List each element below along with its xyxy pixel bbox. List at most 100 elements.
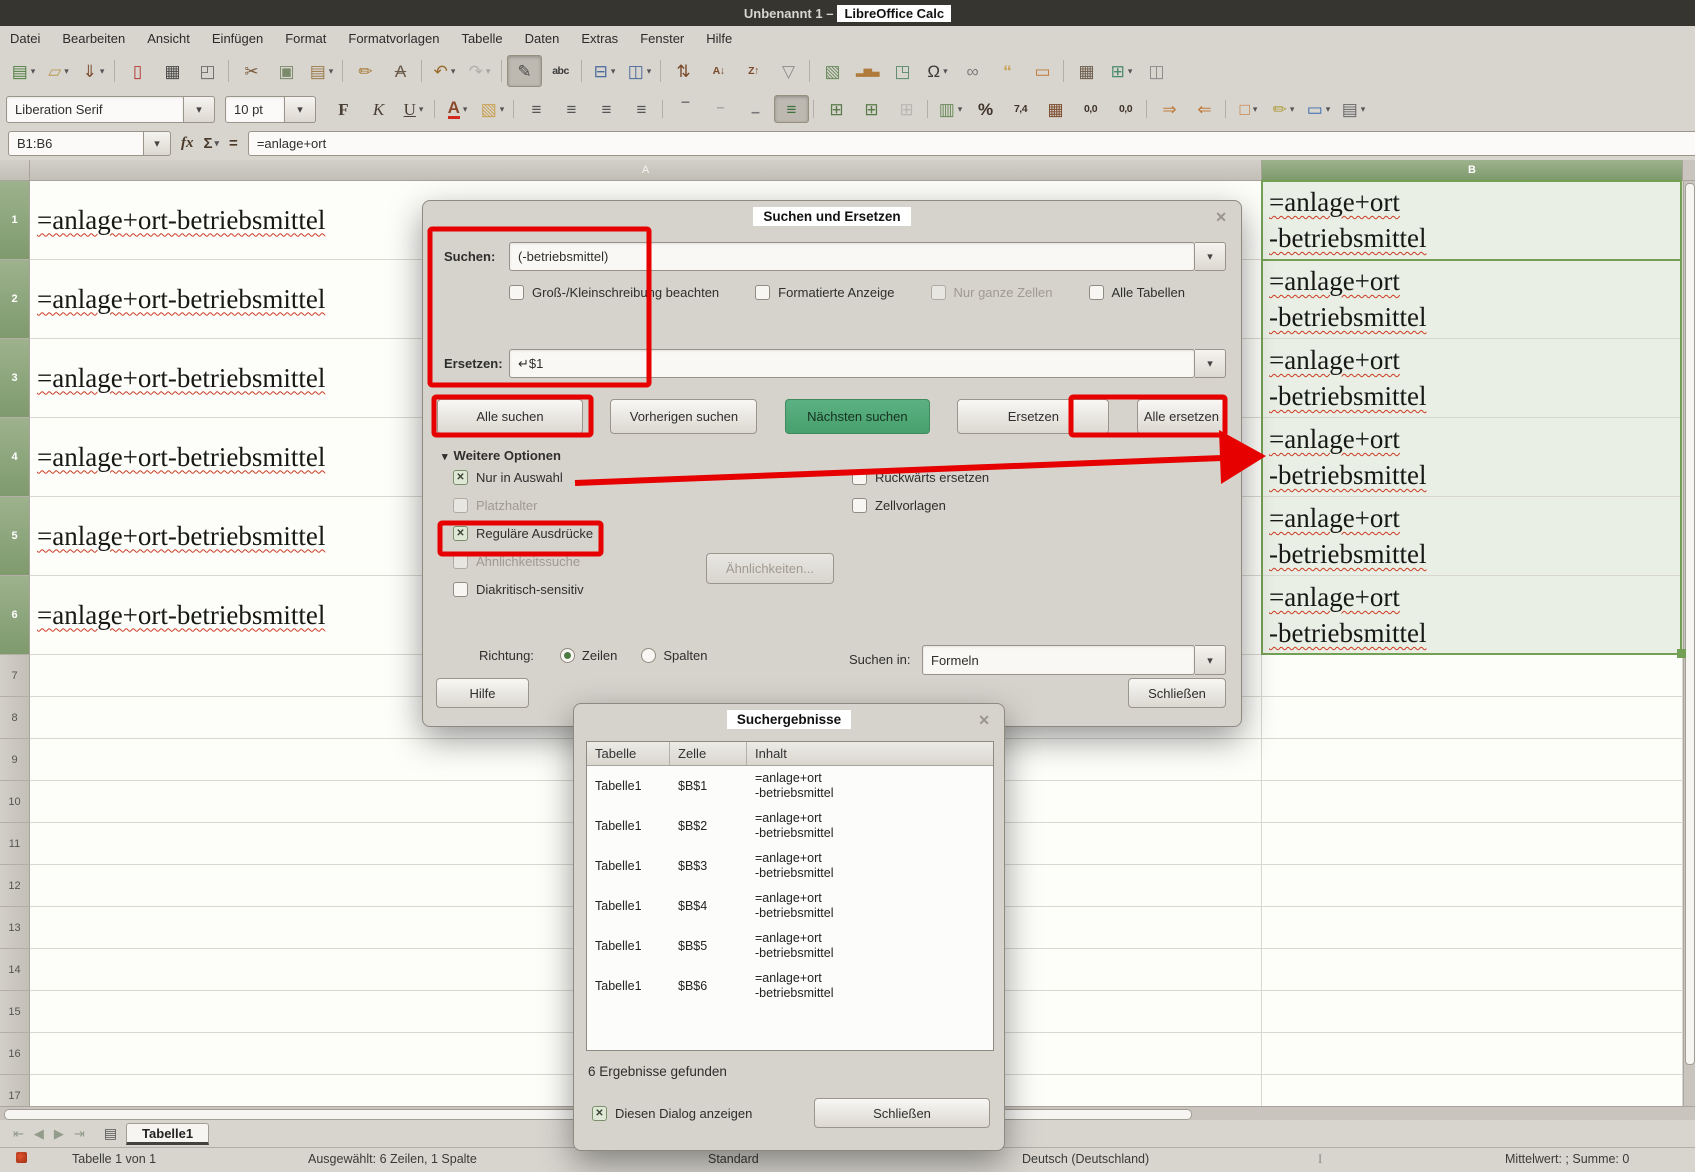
merge-cells-icon[interactable]: ⊞ ▾ [855, 96, 888, 122]
find-replace-icon[interactable]: ✎ ▾ [507, 55, 542, 87]
column-header-a[interactable]: A [30, 160, 1262, 181]
date-format-icon[interactable]: ▦ ▾ [1039, 96, 1072, 122]
search-dropdown-icon[interactable] [1195, 242, 1226, 271]
font-color-icon[interactable]: A ▾ [441, 96, 474, 122]
autofilter-icon[interactable]: ▽ ▾ [772, 56, 805, 86]
checkbox-cell-styles[interactable] [852, 498, 867, 513]
last-sheet-icon[interactable]: ⇥ [74, 1126, 85, 1142]
menu-item[interactable]: Ansicht [147, 31, 190, 46]
checkbox-entire-cells[interactable] [931, 285, 946, 300]
dropdown-arrow-icon[interactable]: ▾ [500, 104, 505, 115]
dropdown-arrow-icon[interactable]: ▾ [1128, 66, 1133, 77]
checkbox-similarity-search[interactable] [453, 554, 468, 569]
replace-dropdown-icon[interactable] [1195, 349, 1226, 378]
row-header[interactable]: 7 [0, 655, 30, 697]
percent-format-icon[interactable]: % ▾ [969, 96, 1002, 122]
dropdown-arrow-icon[interactable]: ▾ [1361, 104, 1366, 115]
cell-column-b[interactable] [1262, 781, 1683, 823]
italic-icon[interactable]: K ▾ [362, 96, 395, 122]
close-icon[interactable]: ✕ [1215, 209, 1227, 226]
dropdown-arrow-icon[interactable]: ▾ [958, 104, 963, 115]
insert-rows-icon[interactable]: ⊟ ▾ [588, 56, 621, 86]
dialog-titlebar[interactable]: Suchen und Ersetzen [423, 207, 1241, 226]
dropdown-arrow-icon[interactable]: ▾ [64, 66, 69, 77]
insert-columns-icon[interactable]: ◫ ▾ [623, 56, 656, 86]
column-header-table[interactable]: Tabelle [587, 742, 670, 765]
conditional-formatting-icon[interactable]: ▤ ▾ [1337, 96, 1370, 122]
print-preview-icon[interactable]: ◰ ▾ [191, 56, 224, 86]
vertical-scrollbar[interactable] [1683, 181, 1695, 1106]
add-decimal-place-icon[interactable]: 0,0 ▾ [1074, 96, 1107, 122]
unmerge-cells-icon[interactable]: ⊞ ▾ [890, 96, 923, 122]
dropdown-arrow-icon[interactable]: ▾ [647, 66, 652, 77]
insert-chart-icon[interactable]: ▂▅▃ ▾ [851, 56, 884, 86]
result-row[interactable]: Tabelle1 $B$3 =anlage+ort -betriebsmitte… [587, 846, 993, 886]
menu-item[interactable]: Format [285, 31, 326, 46]
result-row[interactable]: Tabelle1 $B$6 =anlage+ort -betriebsmitte… [587, 966, 993, 1006]
dropdown-arrow-icon[interactable]: ▾ [943, 66, 948, 77]
more-options-expander[interactable]: Weitere Optionen [442, 448, 561, 463]
menu-item[interactable]: Hilfe [706, 31, 732, 46]
checkbox-diacritic-sensitive[interactable] [453, 582, 468, 597]
cell-column-b[interactable]: =anlage+ort -betriebsmittel [1262, 497, 1683, 576]
currency-format-icon[interactable]: ▥ ▾ [934, 96, 967, 122]
find-all-button[interactable]: Alle suchen [437, 399, 583, 434]
search-in-dropdown-icon[interactable] [1195, 645, 1226, 675]
dropdown-arrow-icon[interactable]: ▾ [329, 66, 334, 77]
checkbox-replace-backwards[interactable] [852, 470, 867, 485]
split-window-icon[interactable]: ◫ ▾ [1140, 56, 1173, 86]
row-header[interactable]: 13 [0, 907, 30, 949]
menu-item[interactable]: Daten [525, 31, 560, 46]
dropdown-arrow-icon[interactable]: ▾ [419, 104, 424, 115]
borders-icon[interactable]: □ ▾ [1232, 96, 1265, 122]
insert-image-icon[interactable]: ▧ ▾ [816, 56, 849, 86]
radio-columns[interactable] [641, 648, 656, 663]
merge-center-cells-icon[interactable]: ⊞ ▾ [820, 96, 853, 122]
print-icon[interactable]: ▦ ▾ [156, 56, 189, 86]
previous-sheet-icon[interactable]: ◀ [34, 1126, 44, 1142]
next-sheet-icon[interactable]: ▶ [54, 1126, 64, 1142]
dropdown-arrow-icon[interactable]: ▾ [31, 66, 36, 77]
result-row[interactable]: Tabelle1 $B$4 =anlage+ort -betriebsmitte… [587, 886, 993, 926]
cell-column-b[interactable] [1262, 865, 1683, 907]
dropdown-arrow-icon[interactable]: ▾ [451, 66, 456, 77]
find-previous-button[interactable]: Vorherigen suchen [610, 399, 757, 434]
paste-icon[interactable]: ▤ ▾ [305, 56, 338, 86]
insert-sheet-icon[interactable]: ▤ [104, 1125, 117, 1142]
clear-formatting-icon[interactable]: A ▾ [384, 56, 417, 86]
insert-text-box-icon[interactable]: ▭ ▾ [1026, 56, 1059, 86]
result-row[interactable]: Tabelle1 $B$5 =anlage+ort -betriebsmitte… [587, 926, 993, 966]
checkbox-all-sheets[interactable] [1089, 285, 1104, 300]
spelling-icon[interactable]: abc ▾ [544, 56, 577, 86]
equals-icon[interactable]: = [229, 135, 238, 152]
row-header[interactable]: 12 [0, 865, 30, 907]
cell-column-b[interactable] [1262, 949, 1683, 991]
copy-icon[interactable]: ▣ ▾ [270, 56, 303, 86]
cut-icon[interactable]: ✂ ▾ [235, 56, 268, 86]
function-wizard-icon[interactable]: fx [181, 135, 194, 152]
name-box-dropdown-icon[interactable] [144, 131, 171, 156]
checkbox-formatted-display[interactable] [755, 285, 770, 300]
checkbox-current-selection-only[interactable] [453, 470, 468, 485]
menu-item[interactable]: Einfügen [212, 31, 263, 46]
cell-column-b[interactable]: =anlage+ort -betriebsmittel [1262, 418, 1683, 497]
row-header[interactable]: 14 [0, 949, 30, 991]
insert-pivot-table-icon[interactable]: ◳ ▾ [886, 56, 919, 86]
decrease-indent-icon[interactable]: ⇐ ▾ [1188, 96, 1221, 122]
open-folder-icon[interactable]: ▱ ▾ [42, 56, 75, 86]
cell-column-b[interactable] [1262, 1033, 1683, 1075]
cell-column-b[interactable] [1262, 823, 1683, 865]
status-language[interactable]: Deutsch (Deutschland) [1022, 1152, 1149, 1166]
replace-input[interactable]: ↵$1 [509, 349, 1195, 378]
replace-button[interactable]: Ersetzen [957, 399, 1109, 434]
sort-ascending-icon[interactable]: A↓ ▾ [702, 56, 735, 86]
font-name-dropdown-icon[interactable] [184, 96, 215, 123]
cell-column-b[interactable]: =anlage+ort -betriebsmittel [1262, 181, 1683, 260]
cell-column-b[interactable] [1262, 739, 1683, 781]
border-color-icon[interactable]: ▭ ▾ [1302, 96, 1335, 122]
result-row[interactable]: Tabelle1 $B$1 =anlage+ort -betriebsmitte… [587, 766, 993, 806]
dropdown-arrow-icon[interactable]: ▾ [463, 104, 468, 115]
sheet-tab-tabelle1[interactable]: Tabelle1 [126, 1123, 209, 1145]
highlighting-color-icon[interactable]: ▧ ▾ [476, 96, 509, 122]
row-header[interactable]: 6 [0, 576, 30, 655]
